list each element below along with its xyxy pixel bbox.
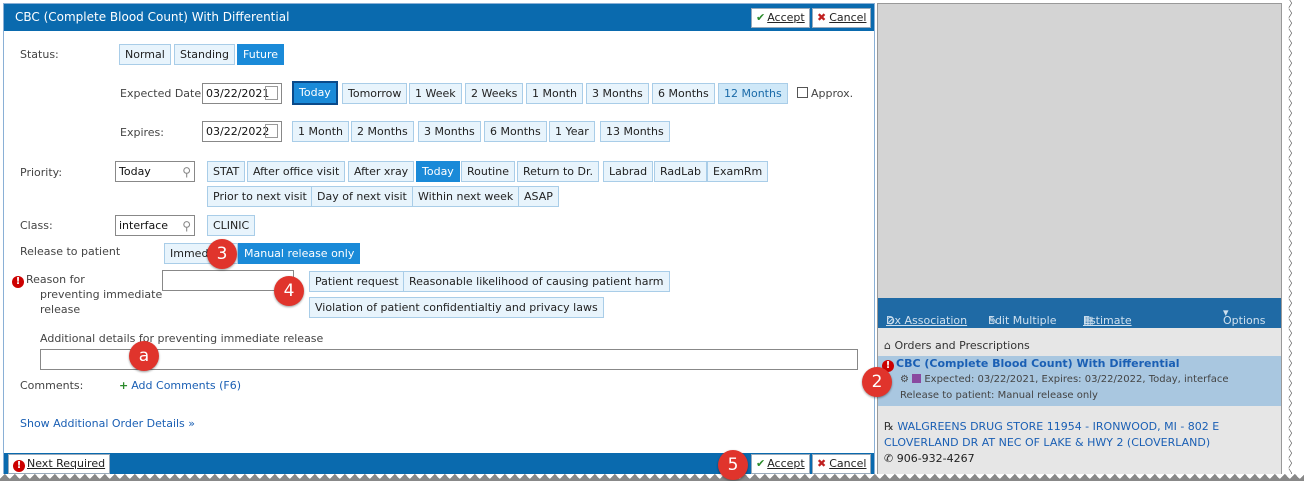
orders-header: ⌂ Orders and Prescriptions <box>884 339 1030 352</box>
priority-after-office-visit[interactable]: After office visit <box>247 161 346 182</box>
expires-date-input[interactable]: 03/22/2022 <box>202 121 282 142</box>
expires-3-months[interactable]: 3 Months <box>418 121 481 142</box>
order-title[interactable]: ! CBC (Complete Blood Count) With Differe… <box>882 357 1180 372</box>
priority-today[interactable]: Today <box>416 161 460 182</box>
options-button[interactable]: Options ▾ <box>1223 306 1265 327</box>
expires-1-month[interactable]: 1 Month <box>292 121 349 142</box>
expected-date-input[interactable]: 03/22/2021 <box>202 83 282 104</box>
annotation-badge-a: a <box>129 341 159 371</box>
empty-area <box>878 4 1281 298</box>
checkmark-icon: ✔ <box>756 11 766 24</box>
order-detail: ⚙ Expected: 03/22/2021, Expires: 03/22/2… <box>900 374 1229 385</box>
dialog-title-bar: CBC (Complete Blood Count) With Differen… <box>4 4 874 31</box>
pharmacy-line1[interactable]: ℞ WALGREENS DRUG STORE 11954 - IRONWOOD,… <box>884 420 1219 433</box>
priority-day-of-next-visit[interactable]: Day of next visit <box>311 186 413 207</box>
home-icon: ⌂ <box>884 339 895 352</box>
close-icon: ✖ <box>817 11 827 24</box>
status-normal[interactable]: Normal <box>119 44 171 65</box>
priority-after-xray[interactable]: After xray <box>348 161 415 182</box>
cancel-button-bottom[interactable]: ✖ Cancel <box>812 454 872 474</box>
pharmacy-phone: ✆ 906-932-4267 <box>884 452 975 465</box>
orders-section: ⌂ Orders and Prescriptions ! CBC (Complet… <box>878 328 1281 476</box>
required-alert-icon: ! <box>13 460 25 472</box>
priority-asap[interactable]: ASAP <box>518 186 559 207</box>
reason-label-line3: release <box>40 303 81 316</box>
reason-privacy-violation[interactable]: Violation of patient confidentialtiy and… <box>309 297 604 318</box>
order-dialog: CBC (Complete Blood Count) With Differen… <box>3 3 875 475</box>
annotation-badge-3: 3 <box>207 239 237 269</box>
close-icon: ✖ <box>817 457 827 470</box>
show-additional-details-link[interactable]: Show Additional Order Details » <box>20 417 195 430</box>
expires-6-months[interactable]: 6 Months <box>484 121 547 142</box>
expires-13-months[interactable]: 13 Months <box>600 121 670 142</box>
priority-prior-to-next-visit[interactable]: Prior to next visit <box>207 186 313 207</box>
priority-input[interactable]: Today ⚲ <box>115 161 195 182</box>
required-alert-icon: ! <box>12 276 24 288</box>
expected-2-weeks[interactable]: 2 Weeks <box>465 83 524 104</box>
status-standing[interactable]: Standing <box>174 44 236 65</box>
class-input[interactable]: interface ⚲ <box>115 215 195 236</box>
annotation-badge-2: 2 <box>862 367 892 397</box>
priority-radlab[interactable]: RadLab <box>654 161 707 182</box>
search-icon[interactable]: ⚲ <box>182 163 191 182</box>
right-panel: ⊘ Dx Association ✎ Edit Multiple ▦ Estim… <box>877 3 1282 476</box>
release-label: Release to patient <box>20 245 121 258</box>
expected-date-label: Expected Date: <box>120 87 205 100</box>
expires-label: Expires: <box>120 126 164 139</box>
torn-edge-right: 〉〉〉〉〉〉〉〉〉〉〉〉〉〉〉〉〉〉〉〉〉〉〉〉〉〉〉〉〉〉〉〉〉〉〉〉〉〉〉〉… <box>1288 0 1298 480</box>
reason-label-line1: ! Reason for <box>12 273 85 288</box>
priority-routine[interactable]: Routine <box>461 161 515 182</box>
orders-toolbar: ⊘ Dx Association ✎ Edit Multiple ▦ Estim… <box>878 298 1281 328</box>
checkmark-icon: ✔ <box>756 457 766 470</box>
settings-icon: ⚙ <box>900 374 913 385</box>
expected-12-months[interactable]: 12 Months <box>718 83 788 104</box>
double-chevron-down-icon: » <box>188 417 196 430</box>
expected-tomorrow[interactable]: Tomorrow <box>342 83 408 104</box>
accept-button-bottom[interactable]: ✔ Accept <box>751 454 810 474</box>
priority-stat[interactable]: STAT <box>207 161 246 182</box>
priority-label: Priority: <box>20 166 63 179</box>
pharmacy-line2[interactable]: CLOVERLAND DR AT NEC OF LAKE & HWY 2 (CL… <box>884 436 1210 449</box>
additional-details-input[interactable] <box>40 349 858 370</box>
search-icon[interactable]: ⚲ <box>182 217 191 236</box>
expected-3-months[interactable]: 3 Months <box>586 83 649 104</box>
order-release: Release to patient: Manual release only <box>900 390 1098 401</box>
status-square-icon <box>912 374 922 383</box>
additional-details-label: Additional details for preventing immedi… <box>40 332 324 345</box>
approx-checkbox[interactable]: Approx. <box>797 87 853 100</box>
expected-1-month[interactable]: 1 Month <box>526 83 583 104</box>
annotation-badge-5: 5 <box>718 450 748 480</box>
reason-label-line2: preventing immediate <box>40 288 163 301</box>
priority-return-to-dr[interactable]: Return to Dr. <box>517 161 600 182</box>
plus-icon: + <box>119 379 129 392</box>
status-label: Status: <box>20 48 59 61</box>
status-future[interactable]: Future <box>237 44 285 65</box>
dialog-title: CBC (Complete Blood Count) With Differen… <box>15 10 290 24</box>
expected-6-months[interactable]: 6 Months <box>652 83 715 104</box>
expires-2-months[interactable]: 2 Months <box>351 121 414 142</box>
reason-patient-request[interactable]: Patient request <box>309 271 405 292</box>
expected-1-week[interactable]: 1 Week <box>409 83 462 104</box>
release-manual-only[interactable]: Manual release only <box>238 243 361 264</box>
add-comments-link[interactable]: + Add Comments (F6) <box>119 379 241 392</box>
class-label: Class: <box>20 219 53 232</box>
priority-labrad[interactable]: Labrad <box>603 161 654 182</box>
annotation-badge-4: 4 <box>274 276 304 306</box>
torn-edge-bottom <box>0 474 1304 481</box>
accept-button-top[interactable]: ✔ Accept <box>751 8 810 28</box>
priority-examrm[interactable]: ExamRm <box>707 161 769 182</box>
class-clinic[interactable]: CLINIC <box>207 215 256 236</box>
cancel-button-top[interactable]: ✖ Cancel <box>812 8 872 28</box>
reason-patient-harm[interactable]: Reasonable likelihood of causing patient… <box>403 271 670 292</box>
phone-icon: ✆ <box>884 452 897 465</box>
calendar-icon[interactable] <box>265 124 278 138</box>
priority-within-next-week[interactable]: Within next week <box>412 186 520 207</box>
expires-1-year[interactable]: 1 Year <box>549 121 595 142</box>
rx-icon: ℞ <box>884 420 898 433</box>
calendar-icon[interactable] <box>265 86 278 100</box>
expected-today[interactable]: Today <box>292 81 338 105</box>
comments-label: Comments: <box>20 379 84 392</box>
next-required-button[interactable]: ! Next Required <box>8 454 111 474</box>
order-item-cbc[interactable]: ! CBC (Complete Blood Count) With Differe… <box>878 356 1281 406</box>
